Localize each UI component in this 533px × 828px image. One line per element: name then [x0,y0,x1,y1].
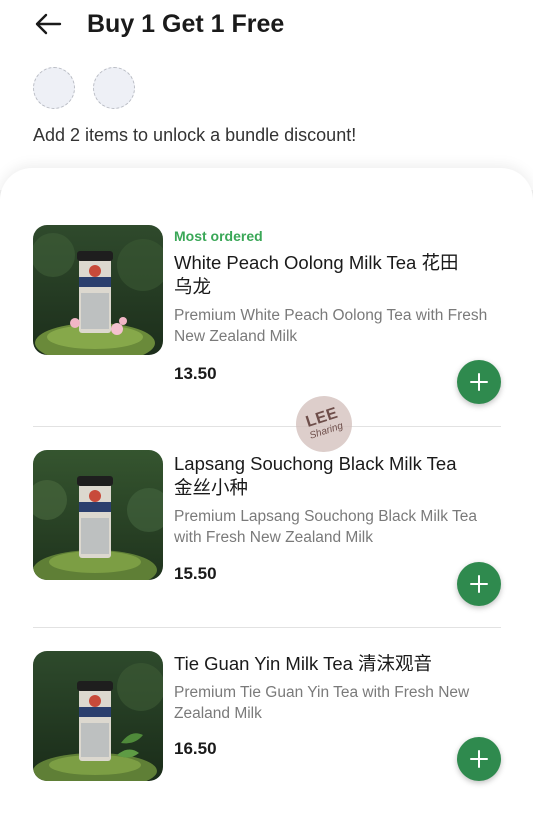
product-price: 15.50 [174,564,217,583]
bundle-slot-1 [33,67,75,109]
divider [33,426,501,427]
header-area: Buy 1 Get 1 Free Add 2 items to unlock a… [0,0,533,190]
product-price: 13.50 [174,364,217,383]
plus-icon [470,373,488,391]
product-name: White Peach Oolong Milk Tea 花田乌龙 [174,252,459,297]
page-title: Buy 1 Get 1 Free [87,10,285,38]
arrow-left-icon [35,13,62,35]
divider [33,627,501,628]
product-description: Premium White Peach Oolong Tea with Fres… [174,307,488,345]
product-name: Tie Guan Yin Milk Tea 清沫观音 [174,653,433,674]
plus-icon [470,750,488,768]
product-image [33,651,163,781]
product-image [33,225,163,355]
product-description: Premium Lapsang Souchong Black Milk Tea … [174,508,477,546]
plus-icon [470,575,488,593]
bundle-hint: Add 2 items to unlock a bundle discount! [33,125,357,145]
product-name: Lapsang Souchong Black Milk Tea 金丝小种 [174,453,457,498]
bundle-slot-2 [93,67,135,109]
back-button[interactable] [30,8,66,40]
add-to-cart-button[interactable] [457,737,501,781]
product-price: 16.50 [174,739,217,758]
product-image [33,450,163,580]
product-description: Premium Tie Guan Yin Tea with Fresh New … [174,684,470,722]
most-ordered-badge: Most ordered [174,228,263,244]
add-to-cart-button[interactable] [457,360,501,404]
add-to-cart-button[interactable] [457,562,501,606]
